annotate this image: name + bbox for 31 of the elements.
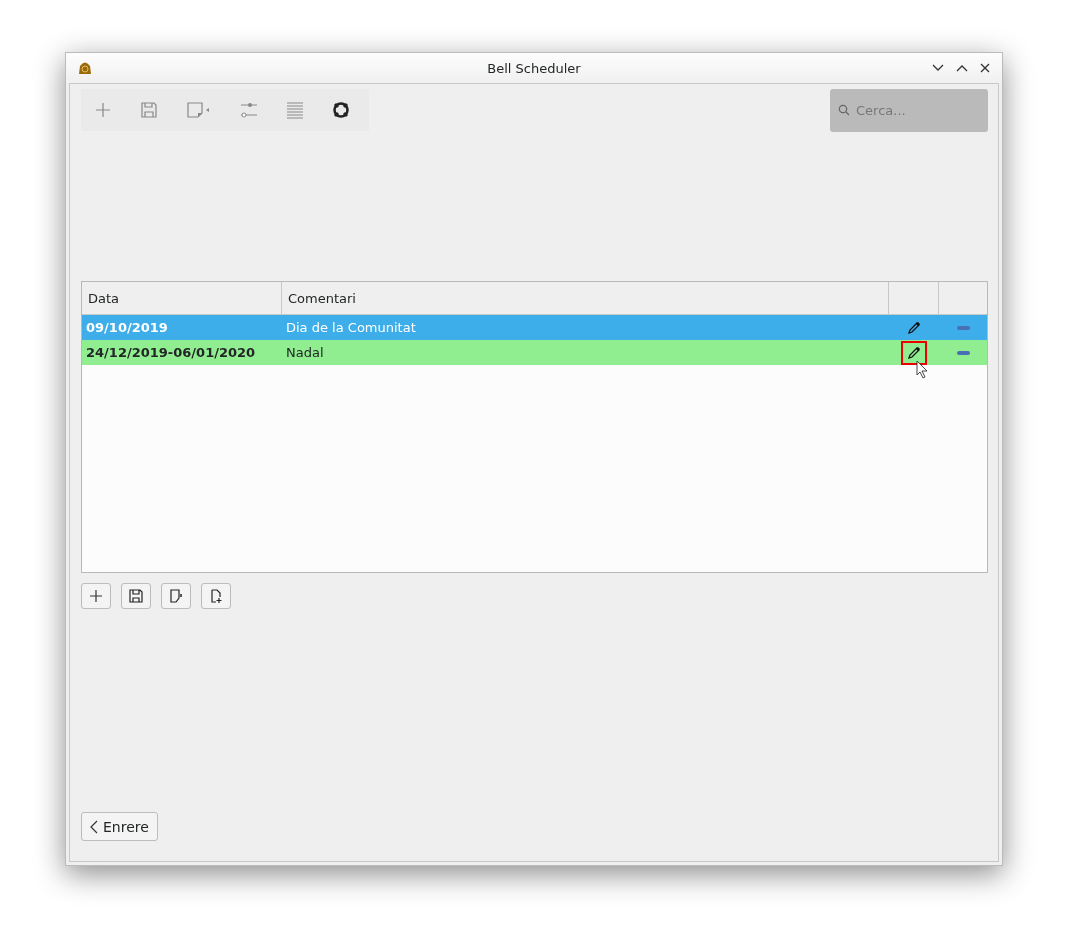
comment-cell-text: Dia de la Comunitat [285, 320, 417, 335]
new-document-button[interactable] [201, 583, 231, 609]
save-icon [129, 589, 143, 603]
add-button[interactable] [81, 583, 111, 609]
column-header: Data [82, 282, 282, 314]
new-document-icon [209, 589, 223, 603]
pencil-icon [907, 320, 921, 335]
minimize-icon[interactable] [932, 64, 944, 72]
document-icon[interactable] [186, 101, 212, 119]
search-field[interactable]: Cerca... [830, 89, 988, 132]
document-icon [169, 589, 183, 603]
comment-cell-text: Nadal [285, 345, 325, 360]
date-cell-text: 09/10/2019 [85, 320, 169, 335]
cursor-icon [915, 360, 929, 380]
add-icon [89, 589, 103, 603]
back-button[interactable]: Enrere [81, 812, 158, 841]
window-title: Bell Scheduler [487, 60, 581, 76]
date-cell-text: 24/12/2019-06/01/2020 [85, 345, 257, 360]
lifebuoy-icon[interactable] [332, 101, 350, 119]
sliders-icon[interactable] [240, 101, 258, 119]
maximize-icon[interactable] [956, 64, 968, 72]
save-icon[interactable] [140, 101, 158, 119]
remove-button[interactable] [956, 350, 970, 355]
save-button[interactable] [121, 583, 151, 609]
pencil-icon [907, 345, 921, 360]
search-icon [838, 104, 850, 116]
table-row[interactable]: 24/12/2019-06/01/2020 Nadal [82, 340, 987, 365]
column-header: Comentari [282, 282, 889, 314]
chevron-left-icon [90, 819, 98, 834]
close-icon[interactable] [980, 63, 990, 73]
export-button[interactable] [161, 583, 191, 609]
